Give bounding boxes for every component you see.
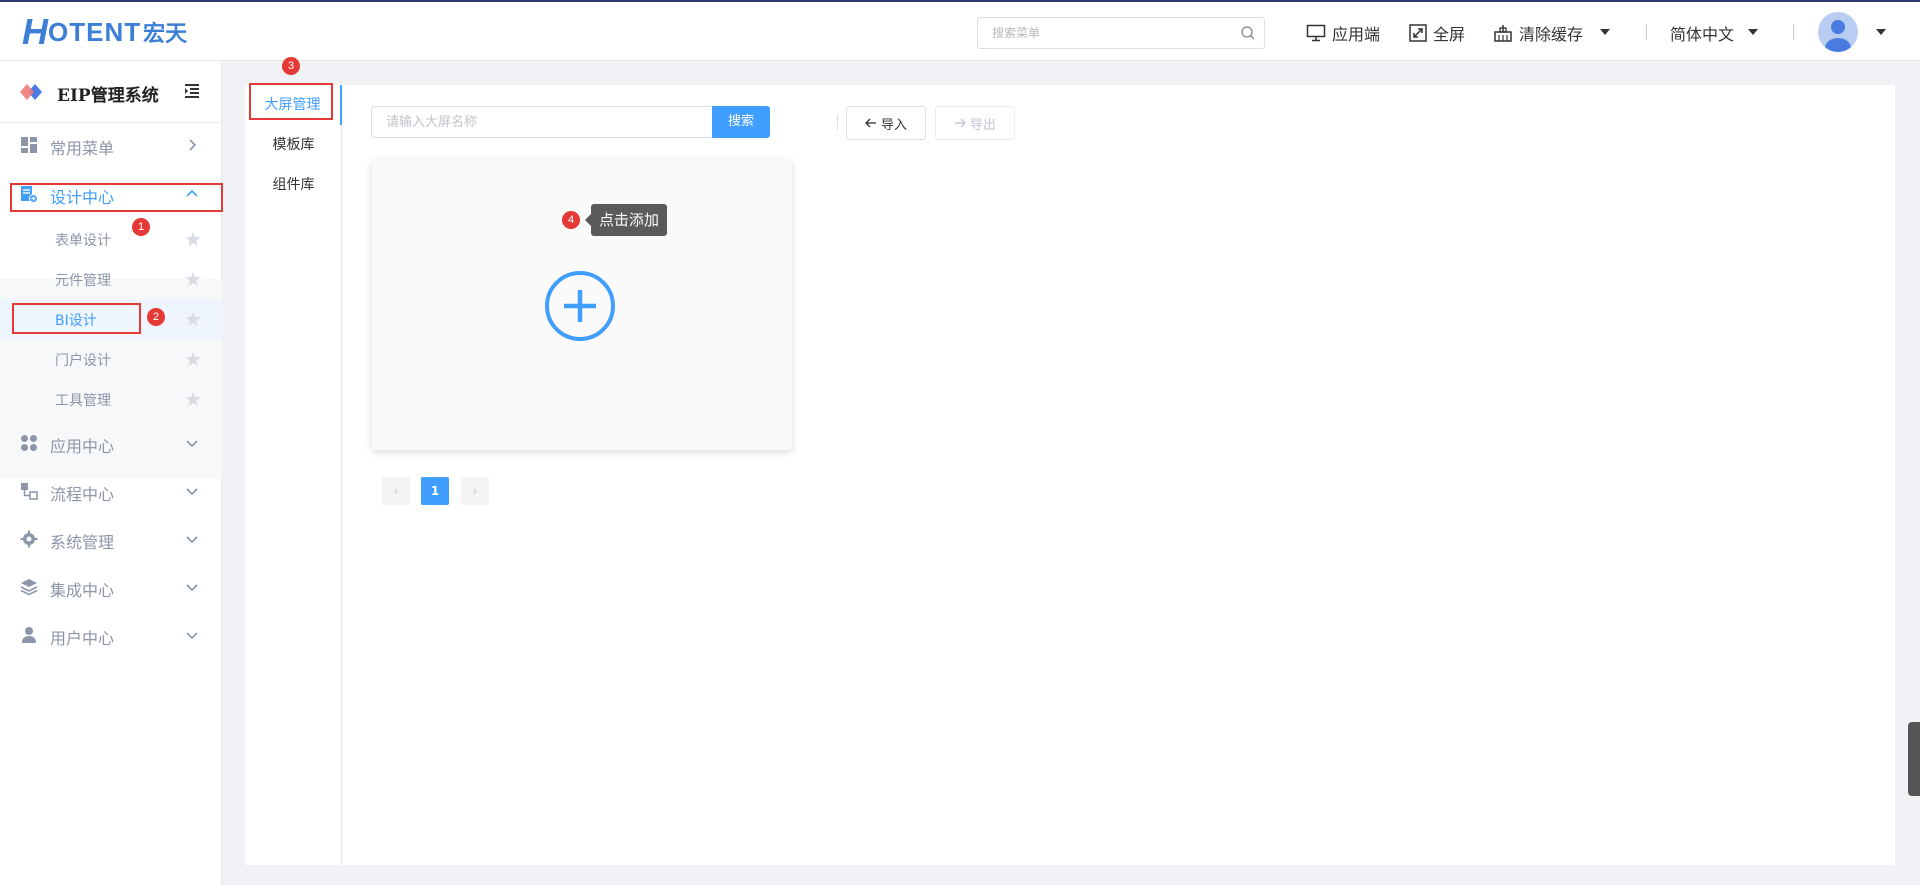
bi-tabs: 大屏管理 模板库 组件库 — [245, 85, 342, 865]
plus-circle-icon[interactable] — [544, 270, 616, 342]
chevron-right-icon — [189, 139, 197, 151]
sidebar-header: EIP管理系统 — [0, 61, 222, 123]
gear-icon — [20, 530, 38, 548]
menu-common[interactable]: 常用菜单 — [0, 123, 222, 167]
arrow-right-icon — [954, 118, 966, 128]
hotent-logo[interactable]: H OTENT 宏天 — [22, 14, 187, 50]
language-select[interactable]: 简体中文 — [1670, 20, 1734, 46]
toolbar-divider — [837, 114, 838, 130]
submenu-label: 元件管理 — [55, 273, 111, 289]
submenu-form-design[interactable]: 表单设计 — [0, 219, 222, 259]
annotation-box — [249, 83, 333, 120]
annotation-box — [12, 303, 141, 334]
collapse-menu-icon[interactable] — [183, 83, 201, 99]
menu-flow-center[interactable]: 流程中心 — [0, 469, 222, 513]
dashboard-icon — [21, 137, 37, 153]
fullscreen-button[interactable]: 全屏 — [1409, 20, 1465, 46]
app-end-label: 应用端 — [1332, 25, 1381, 44]
eip-logo-icon — [20, 84, 42, 100]
star-icon[interactable] — [185, 231, 201, 247]
submenu-component-management[interactable]: 元件管理 — [0, 259, 222, 299]
chevron-down-icon — [186, 632, 198, 640]
expand-icon — [1409, 24, 1427, 42]
star-icon[interactable] — [185, 391, 201, 407]
logo-text: OTENT — [48, 16, 142, 47]
page-number-button[interactable]: 1 — [421, 477, 449, 505]
annotation-marker: 1 — [132, 218, 150, 236]
menu-search[interactable] — [977, 17, 1265, 49]
tab-component-library[interactable]: 组件库 — [245, 165, 342, 205]
user-avatar[interactable] — [1818, 12, 1858, 52]
menu-label: 流程中心 — [50, 485, 115, 504]
menu-integration-center[interactable]: 集成中心 — [0, 565, 222, 609]
tab-template-library[interactable]: 模板库 — [245, 125, 342, 165]
language-label: 简体中文 — [1670, 25, 1735, 44]
menu-system-management[interactable]: 系统管理 — [0, 517, 222, 561]
submenu-portal-design[interactable]: 门户设计 — [0, 339, 222, 379]
annotation-marker: 3 — [282, 57, 300, 75]
chevron-down-icon — [186, 488, 198, 496]
submenu-label: 门户设计 — [55, 353, 111, 369]
submenu-label: 表单设计 — [55, 233, 111, 249]
import-label: 导入 — [880, 117, 907, 133]
apps-icon — [21, 435, 37, 451]
chevron-down-icon — [186, 584, 198, 592]
next-page-button[interactable]: › — [461, 477, 489, 505]
menu-label: 常用菜单 — [50, 139, 115, 158]
annotation-box — [10, 183, 223, 212]
menu-app-center[interactable]: 应用中心 — [0, 421, 222, 465]
menu-label: 集成中心 — [50, 581, 115, 600]
import-button[interactable]: 导入 — [846, 106, 926, 140]
app-end-button[interactable]: 应用端 — [1306, 20, 1380, 46]
system-title: EIP管理系统 — [57, 86, 159, 106]
chevron-down-icon — [186, 440, 198, 448]
broom-icon — [1494, 25, 1512, 42]
clear-cache-button[interactable]: 清除缓存 — [1493, 20, 1583, 46]
menu-label: 应用中心 — [50, 437, 115, 456]
clear-cache-dropdown-icon[interactable] — [1600, 29, 1610, 35]
arrow-left-icon — [865, 118, 876, 128]
star-icon[interactable] — [185, 311, 201, 327]
star-icon[interactable] — [185, 271, 201, 287]
add-tooltip: 点击添加 — [584, 204, 668, 236]
side-scroll-handle[interactable] — [1908, 722, 1920, 796]
header-divider — [1793, 24, 1794, 40]
user-icon — [22, 627, 36, 643]
language-dropdown-icon[interactable] — [1748, 29, 1758, 35]
screen-name-input[interactable] — [372, 107, 702, 137]
add-screen-card[interactable] — [372, 160, 792, 450]
logo-letter: H — [22, 11, 48, 52]
search-icon[interactable] — [1240, 25, 1256, 45]
menu-label: 用户中心 — [50, 629, 115, 648]
main-content: 大屏管理 模板库 组件库 搜索 导入 导出 点击添加 ‹ 1 › — [245, 85, 1895, 865]
annotation-marker: 4 — [562, 211, 580, 229]
header-divider — [1646, 24, 1647, 40]
annotation-marker: 2 — [147, 308, 165, 326]
layers-icon — [20, 579, 38, 596]
logo-cn-text: 宏天 — [143, 22, 188, 47]
clear-cache-label: 清除缓存 — [1519, 25, 1584, 44]
flow-icon — [21, 483, 38, 500]
star-icon[interactable] — [185, 351, 201, 367]
menu-user-center[interactable]: 用户中心 — [0, 613, 222, 657]
fullscreen-label: 全屏 — [1433, 25, 1466, 44]
screen-search[interactable] — [371, 106, 716, 138]
chevron-down-icon — [186, 536, 198, 544]
monitor-icon — [1306, 24, 1326, 42]
menu-search-input[interactable] — [978, 18, 1228, 48]
export-button[interactable]: 导出 — [935, 106, 1015, 140]
submenu-tool-management[interactable]: 工具管理 — [0, 379, 222, 419]
user-dropdown-icon[interactable] — [1876, 29, 1886, 35]
submenu-label: 工具管理 — [55, 393, 111, 409]
search-button[interactable]: 搜索 — [712, 106, 770, 138]
export-label: 导出 — [969, 117, 996, 133]
top-header: H OTENT 宏天 应用端 全屏 清除缓存 简体中文 — [0, 0, 1920, 61]
menu-label: 系统管理 — [50, 533, 115, 552]
prev-page-button[interactable]: ‹ — [382, 477, 410, 505]
